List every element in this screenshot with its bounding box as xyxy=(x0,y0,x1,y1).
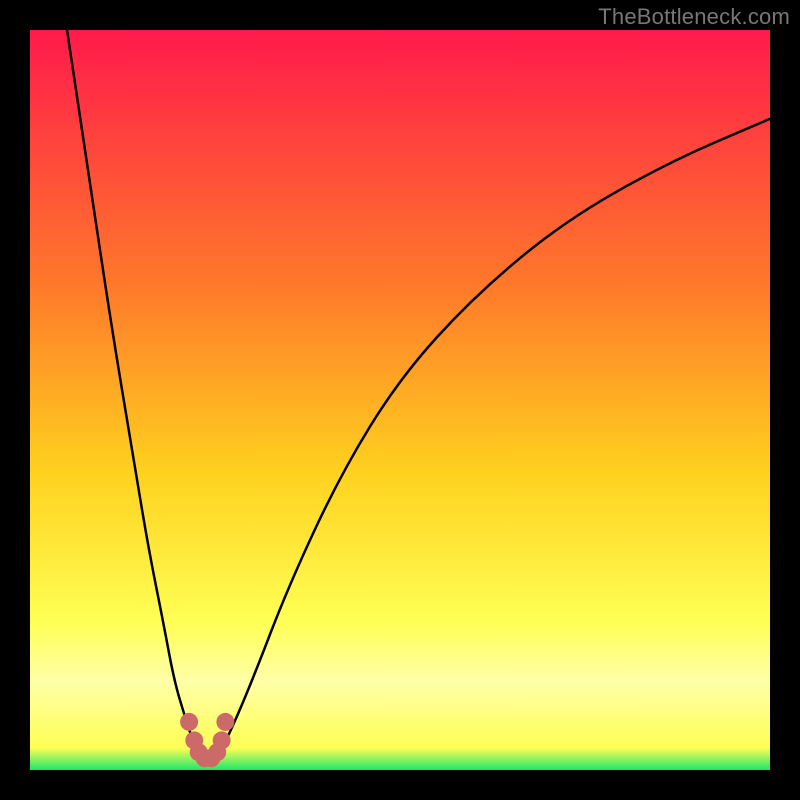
bottleneck-chart xyxy=(30,30,770,770)
chart-background xyxy=(30,30,770,770)
valley-marker xyxy=(216,713,234,731)
valley-marker xyxy=(180,713,198,731)
watermark-text: TheBottleneck.com xyxy=(598,4,790,30)
valley-marker xyxy=(213,731,231,749)
chart-frame: TheBottleneck.com xyxy=(0,0,800,800)
